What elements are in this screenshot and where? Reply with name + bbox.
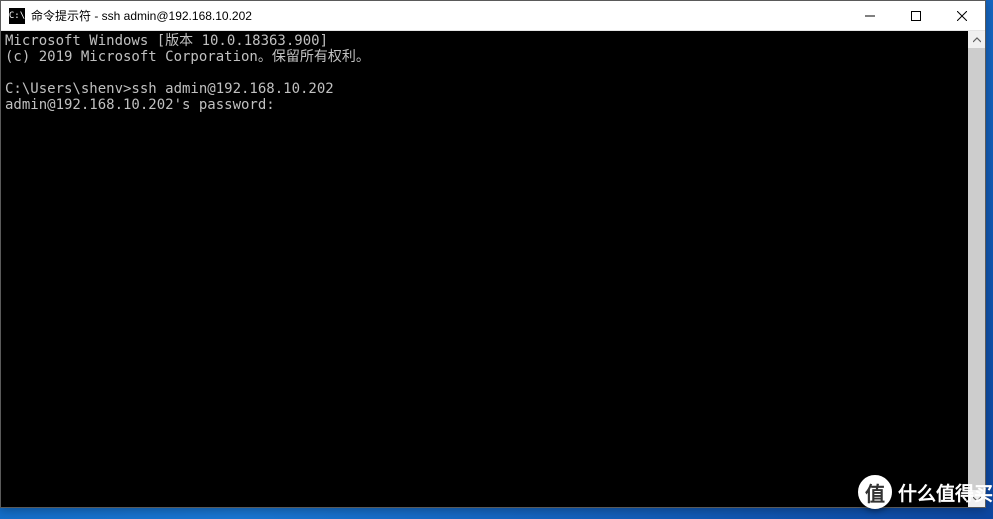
window-title: 命令提示符 - ssh admin@192.168.10.202 [31, 7, 847, 24]
close-button[interactable] [939, 1, 985, 30]
terminal-line: Microsoft Windows [版本 10.0.18363.900] [5, 33, 328, 49]
terminal-line: admin@192.168.10.202's password: [5, 97, 275, 113]
window-controls [847, 1, 985, 30]
scroll-track[interactable] [968, 48, 985, 490]
chevron-up-icon [973, 36, 981, 44]
terminal-content: Microsoft Windows [版本 10.0.18363.900] (c… [1, 31, 985, 115]
titlebar[interactable]: C:\ 命令提示符 - ssh admin@192.168.10.202 [1, 1, 985, 31]
scroll-thumb[interactable] [968, 48, 985, 490]
minimize-button[interactable] [847, 1, 893, 30]
terminal-body[interactable]: Microsoft Windows [版本 10.0.18363.900] (c… [1, 31, 985, 507]
terminal-line: (c) 2019 Microsoft Corporation。保留所有权利。 [5, 49, 370, 65]
watermark-text: 什么值得买 [898, 479, 993, 506]
cmd-icon: C:\ [9, 8, 25, 24]
terminal-line: C:\Users\shenv>ssh admin@192.168.10.202 [5, 81, 334, 97]
close-icon [957, 11, 967, 21]
scroll-up-button[interactable] [968, 31, 985, 48]
maximize-button[interactable] [893, 1, 939, 30]
maximize-icon [911, 11, 921, 21]
minimize-icon [865, 11, 875, 21]
watermark: 值 什么值得买 [858, 475, 993, 509]
vertical-scrollbar[interactable] [968, 31, 985, 507]
cmd-window: C:\ 命令提示符 - ssh admin@192.168.10.202 Mic… [0, 0, 986, 508]
watermark-badge-icon: 值 [858, 475, 892, 509]
